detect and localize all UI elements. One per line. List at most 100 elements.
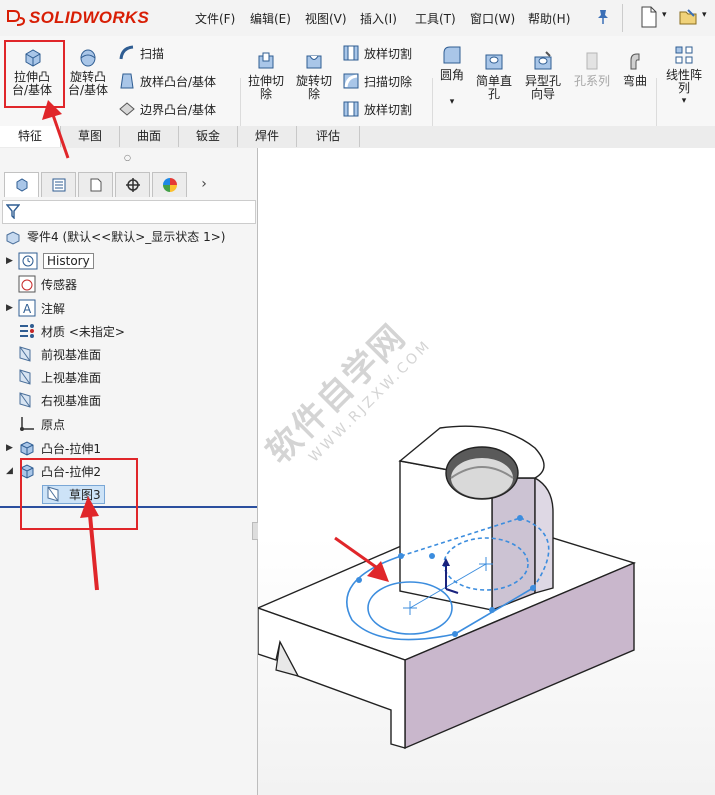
expand-arrow-icon[interactable]: ▶	[6, 443, 18, 453]
display-manager-tab[interactable]	[152, 172, 187, 197]
linear-pattern-dropdown-icon[interactable]: ▾	[660, 95, 708, 108]
menu-edit[interactable]: 编辑(E)	[250, 10, 291, 27]
tree-item-origin[interactable]: 原点	[6, 414, 65, 434]
extrude-cut-button[interactable]: 拉伸切 除	[244, 50, 288, 101]
new-dropdown-icon[interactable]: ▾	[662, 10, 667, 20]
flex-icon	[630, 53, 640, 70]
menu-tools[interactable]: 工具(T)	[415, 10, 456, 27]
new-document-icon[interactable]	[640, 6, 658, 28]
fillet-button[interactable]: 圆角 ▾	[434, 44, 470, 109]
flex-button[interactable]: 弯曲	[616, 50, 654, 88]
sweep-cut-button[interactable]: 扫描切除	[342, 72, 412, 90]
hole-series-label: 孔系列	[573, 74, 610, 88]
extrude-cut-icon	[258, 52, 274, 69]
highlight-box-tree	[20, 458, 138, 530]
sensor-icon	[18, 275, 36, 293]
linear-pattern-label-2: 列	[677, 81, 690, 95]
loft-cut-icon	[343, 45, 359, 61]
expand-arrow-icon[interactable]: ▶	[6, 256, 18, 266]
plane-icon	[19, 346, 31, 362]
origin-icon	[20, 417, 34, 431]
fillet-dropdown-icon[interactable]: ▾	[434, 96, 470, 109]
tree-item-boss-extrude1[interactable]: ▶ 凸台-拉伸1	[6, 438, 101, 458]
tree-item-sensors[interactable]: 传感器	[6, 274, 77, 294]
tree-item-front-plane[interactable]: 前视基准面	[6, 344, 101, 364]
svg-text:A: A	[23, 302, 32, 316]
tree-filter[interactable]	[2, 200, 256, 224]
hole-wizard-icon	[534, 51, 552, 70]
tree-item-material[interactable]: 材质 <未指定>	[6, 321, 125, 341]
sweep-button[interactable]: 扫描	[118, 44, 164, 62]
revolve-boss-label-2: 台/基体	[67, 83, 109, 97]
simple-hole-button[interactable]: 简单直 孔	[472, 50, 516, 101]
panel-tabs: ›	[4, 172, 219, 198]
menu-insert[interactable]: 插入(I)	[360, 10, 397, 27]
boundary-boss-icon	[119, 102, 135, 116]
revolve-boss-button[interactable]: 旋转凸 台/基体	[62, 46, 114, 97]
expand-arrow-icon[interactable]: ▶	[6, 303, 18, 313]
collapse-arrow-icon[interactable]: ◢	[6, 466, 18, 476]
extrude-cut-label-1: 拉伸切	[247, 74, 284, 88]
tab-weldments[interactable]: 焊件	[238, 126, 297, 147]
menu-window[interactable]: 窗口(W)	[470, 10, 515, 27]
loft-boss-label: 放样凸台/基体	[140, 74, 217, 89]
loft-boss-icon	[120, 73, 134, 89]
tab-sheet-metal[interactable]: 钣金	[179, 126, 238, 147]
tree-item-history[interactable]: ▶ History	[6, 251, 94, 271]
app-logo[interactable]: SOLIDWORKS	[6, 8, 149, 28]
tree-item-right-plane[interactable]: 右视基准面	[6, 390, 101, 410]
sweep-cut-label: 扫描切除	[364, 74, 413, 89]
plane-icon	[19, 369, 31, 385]
revolve-boss-label-1: 旋转凸	[69, 70, 106, 84]
loft-cut-2-button[interactable]: 放样切割	[342, 100, 412, 118]
part-name: 零件4 (默认<<默认>_显示状态 1>)	[27, 230, 226, 244]
tab-sketch[interactable]: 草图	[61, 126, 120, 147]
filter-icon[interactable]	[6, 204, 20, 219]
tree-root-part[interactable]: 零件4 (默认<<默认>_显示状态 1>)	[4, 228, 225, 245]
loft-cut-2-icon	[343, 101, 359, 117]
annotation-icon: A	[18, 299, 36, 317]
tree-item-top-plane[interactable]: 上视基准面	[6, 367, 101, 387]
feature-manager-tab[interactable]	[4, 172, 39, 197]
menu-help[interactable]: 帮助(H)	[528, 10, 570, 27]
panel-grip-icon[interactable]: ○	[124, 153, 131, 162]
panel-expand-icon[interactable]: ›	[189, 172, 219, 198]
tab-surfaces[interactable]: 曲面	[120, 126, 179, 147]
app-name: SOLIDWORKS	[29, 8, 150, 27]
loft-cut-button[interactable]: 放样切割	[342, 44, 412, 62]
tab-features[interactable]: 特征	[0, 126, 61, 147]
menu-view[interactable]: 视图(V)	[305, 10, 347, 27]
revolve-cut-button[interactable]: 旋转切 除	[292, 50, 336, 101]
hole-wizard-button[interactable]: 异型孔 向导	[520, 50, 566, 101]
loft-cut-label: 放样切割	[364, 46, 413, 61]
pin-icon[interactable]	[596, 9, 610, 25]
color-wheel-icon	[162, 178, 177, 192]
boundary-boss-button[interactable]: 边界凸台/基体	[118, 100, 216, 118]
open-folder-icon[interactable]	[678, 6, 700, 28]
config-icon	[90, 178, 101, 192]
extrude-feature-icon	[20, 441, 34, 456]
hole-series-button[interactable]: 孔系列	[570, 50, 614, 88]
tree-item-annotations[interactable]: ▶ A 注解	[6, 298, 65, 318]
part-model[interactable]	[258, 148, 715, 795]
sweep-icon	[119, 45, 134, 60]
boundary-boss-label: 边界凸台/基体	[140, 102, 217, 117]
menu-file[interactable]: 文件(F)	[195, 10, 235, 27]
loft-cut-2-label: 放样切割	[364, 102, 413, 117]
dimxpert-tab[interactable]	[115, 172, 150, 197]
command-manager: 拉伸凸 台/基体 旋转凸 台/基体 扫描 放样凸台/基体 边界凸台/基体 拉伸切…	[0, 36, 715, 158]
open-dropdown-icon[interactable]: ▾	[702, 10, 707, 20]
extrude-cut-label-2: 除	[259, 87, 272, 101]
highlight-box-extrude	[4, 40, 65, 108]
property-manager-tab[interactable]	[41, 172, 76, 197]
config-manager-tab[interactable]	[78, 172, 113, 197]
revolve-boss-icon	[80, 49, 96, 67]
hole-series-icon	[586, 52, 598, 70]
loft-boss-button[interactable]: 放样凸台/基体	[118, 72, 216, 90]
linear-pattern-button[interactable]: 线性阵 列 ▾	[660, 44, 708, 108]
tab-evaluate[interactable]: 评估	[297, 126, 360, 147]
graphics-area[interactable]: 软件自学网 WWW.RJZXW.COM	[258, 148, 715, 795]
fillet-icon	[443, 46, 461, 64]
linear-pattern-label-1: 线性阵	[665, 68, 702, 82]
command-tabs: 特征 草图 曲面 钣金 焊件 评估	[0, 126, 715, 149]
